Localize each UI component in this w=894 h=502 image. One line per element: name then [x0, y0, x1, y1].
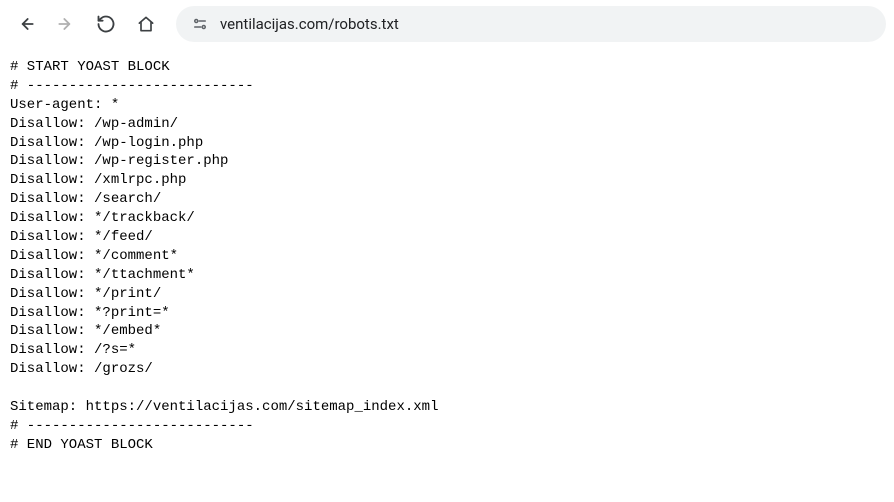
address-bar[interactable]: ventilacijas.com/robots.txt	[176, 6, 886, 42]
site-settings-icon[interactable]	[190, 14, 210, 34]
back-button[interactable]	[8, 6, 44, 42]
arrow-right-icon	[56, 14, 76, 34]
reload-icon	[96, 14, 116, 34]
arrow-left-icon	[16, 14, 36, 34]
url-text: ventilacijas.com/robots.txt	[220, 15, 399, 33]
page-content: # START YOAST BLOCK # ------------------…	[0, 48, 894, 465]
browser-toolbar: ventilacijas.com/robots.txt	[0, 0, 894, 48]
home-icon	[136, 14, 156, 34]
forward-button[interactable]	[48, 6, 84, 42]
home-button[interactable]	[128, 6, 164, 42]
reload-button[interactable]	[88, 6, 124, 42]
